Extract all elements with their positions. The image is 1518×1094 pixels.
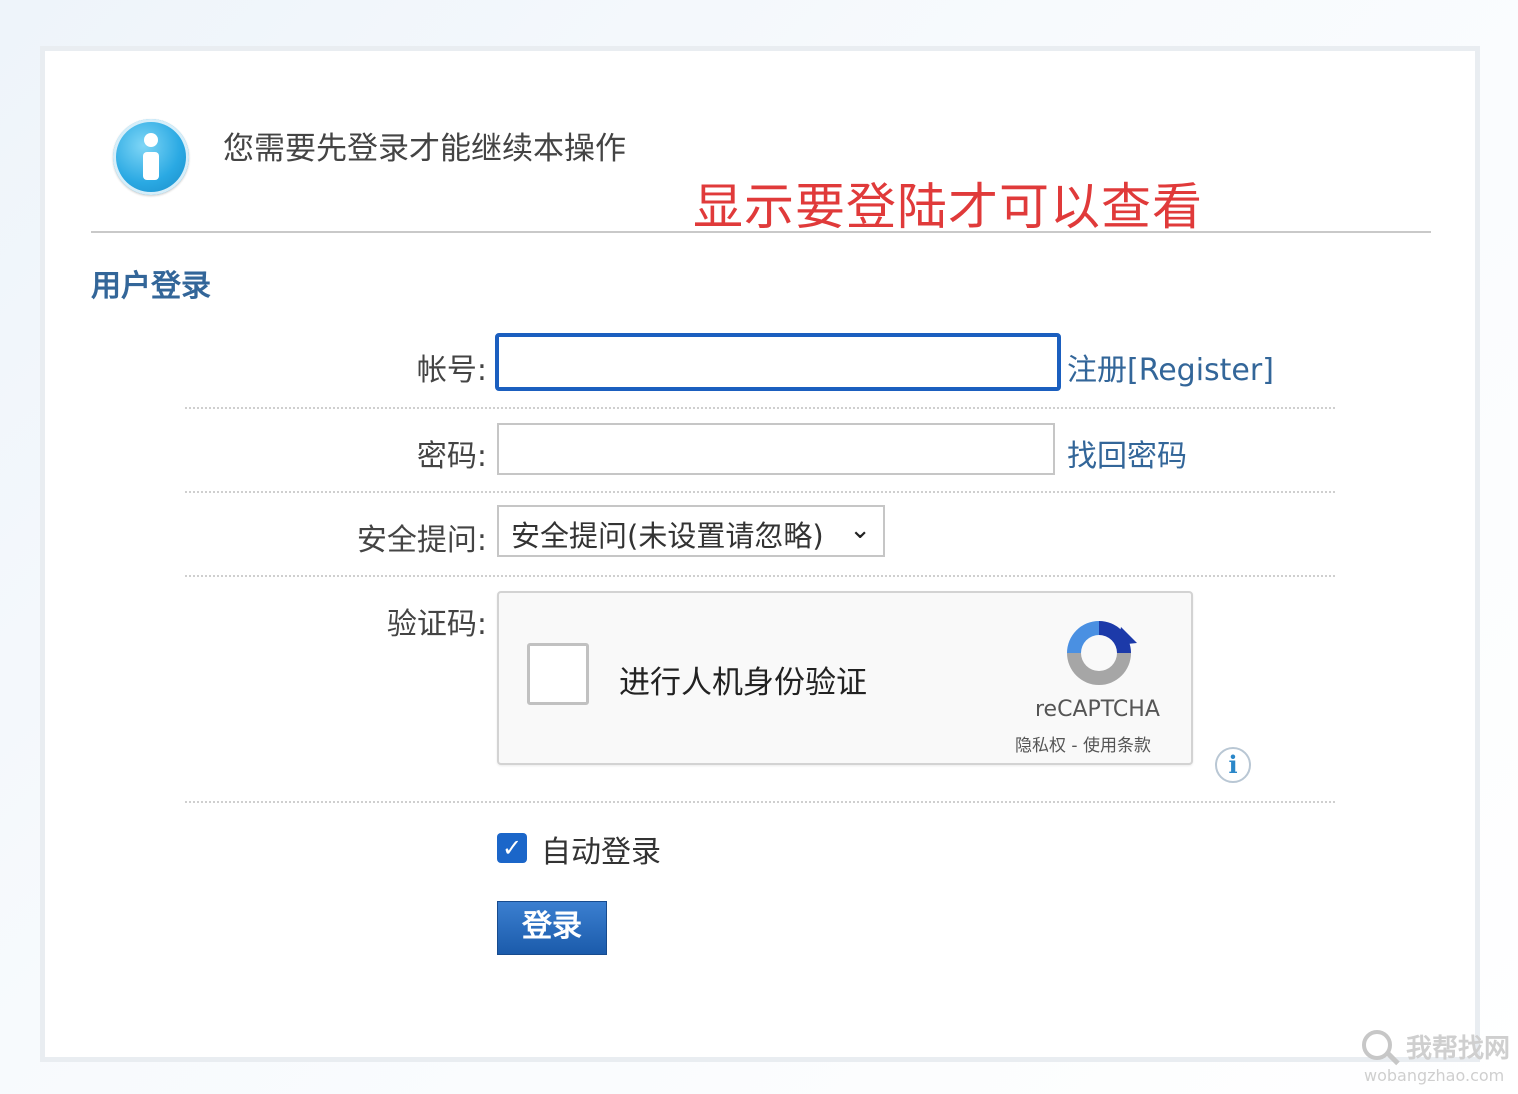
watermark-url: wobangzhao.com <box>1364 1066 1505 1085</box>
row-divider <box>185 491 1335 493</box>
captcha-prompt: 进行人机身份验证 <box>619 665 867 701</box>
divider <box>91 231 1431 233</box>
watermark: 我帮找网 wobangzhao.com <box>1362 1026 1512 1088</box>
captcha-label: 验证码: <box>386 607 487 642</box>
info-icon[interactable]: i <box>1215 747 1251 783</box>
row-divider <box>185 801 1335 803</box>
login-panel: 您需要先登录才能继续本操作 显示要登陆才可以查看 用户登录 帐号: 注册[Reg… <box>40 46 1480 1062</box>
recaptcha-brand: reCAPTCHA <box>1035 697 1160 722</box>
security-question-value: 安全提问(未设置请忽略) <box>511 519 824 553</box>
password-label: 密码: <box>416 439 487 474</box>
annotation-text: 显示要登陆才可以查看 <box>693 178 1203 236</box>
account-label: 帐号: <box>416 353 487 388</box>
security-question-label: 安全提问: <box>356 523 487 558</box>
account-input[interactable] <box>495 333 1061 391</box>
security-question-select[interactable]: 安全提问(未设置请忽略) ⌄ <box>497 505 885 557</box>
recaptcha-logo-icon <box>1067 621 1137 685</box>
captcha-checkbox[interactable] <box>527 643 589 705</box>
password-input[interactable] <box>497 423 1055 475</box>
login-button[interactable]: 登录 <box>497 901 607 955</box>
section-title: 用户登录 <box>91 269 211 304</box>
row-divider <box>185 575 1335 577</box>
autologin-checkbox[interactable]: ✓ <box>497 833 527 863</box>
watermark-text: 我帮找网 <box>1406 1034 1511 1064</box>
recaptcha-widget: 进行人机身份验证 reCAPTCHA 隐私权 - 使用条款 <box>497 591 1193 765</box>
autologin-label: 自动登录 <box>541 835 661 870</box>
chevron-down-icon: ⌄ <box>849 515 871 545</box>
forgot-password-link[interactable]: 找回密码 <box>1067 431 1187 475</box>
info-icon <box>113 119 189 195</box>
recaptcha-terms[interactable]: 隐私权 - 使用条款 <box>1015 731 1151 756</box>
register-link[interactable]: 注册[Register] <box>1067 345 1274 389</box>
row-divider <box>185 407 1335 409</box>
notice-message: 您需要先登录才能继续本操作 <box>223 131 626 167</box>
